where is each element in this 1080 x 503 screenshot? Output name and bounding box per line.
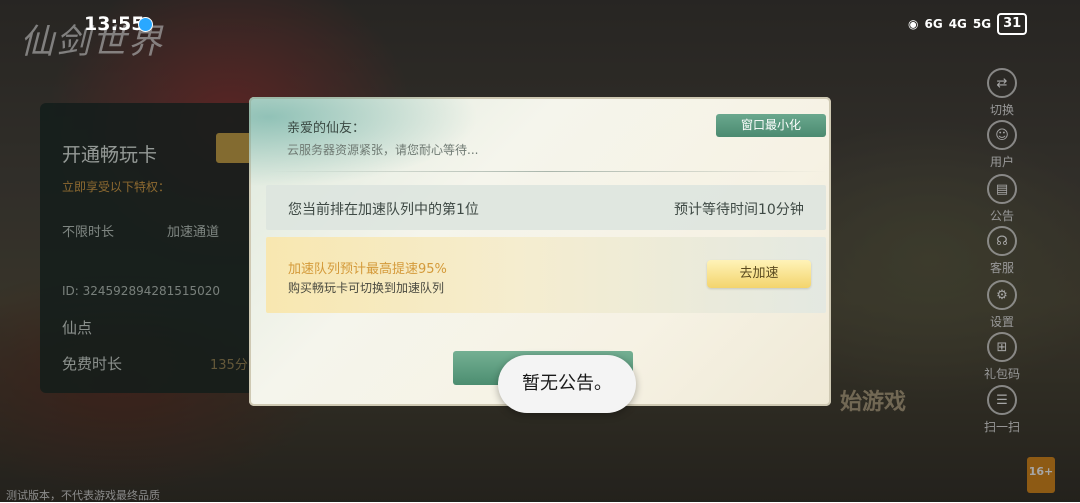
signal-5g-icon: 5G	[972, 17, 992, 31]
boost-promo-row: 加速队列预计最高提速95% 购买畅玩卡可切换到加速队列 去加速	[266, 237, 826, 313]
eye-icon: ◉	[908, 17, 919, 31]
toast-message: 暂无公告。	[498, 355, 636, 413]
greeting-text: 亲爱的仙友：	[287, 121, 366, 136]
system-icons: ◉ 6G 4G 5G 31	[908, 12, 1058, 36]
wifi-icon: 6G	[924, 17, 943, 31]
notification-dot-icon	[138, 17, 153, 32]
minimize-window-button[interactable]: 窗口最小化	[716, 114, 826, 137]
boost-description: 购买畅玩卡可切换到加速队列	[288, 281, 445, 295]
estimated-wait-text: 预计等待时间10分钟	[674, 202, 804, 218]
divider	[269, 171, 827, 172]
queue-position-text: 您当前排在加速队列中的第1位	[288, 202, 479, 218]
signal-4g-icon: 4G	[948, 17, 967, 31]
battery-icon: 31	[997, 13, 1028, 35]
go-boost-button[interactable]: 去加速	[707, 260, 811, 288]
status-bar: 13:55 ◉ 6G 4G 5G 31	[0, 0, 1080, 46]
boost-title: 加速队列预计最高提速95%	[288, 262, 447, 277]
server-busy-text: 云服务器资源紧张，请您耐心等待...	[287, 143, 479, 157]
queue-status-row: 您当前排在加速队列中的第1位 预计等待时间10分钟	[266, 185, 826, 230]
clock: 13:55	[84, 13, 145, 35]
